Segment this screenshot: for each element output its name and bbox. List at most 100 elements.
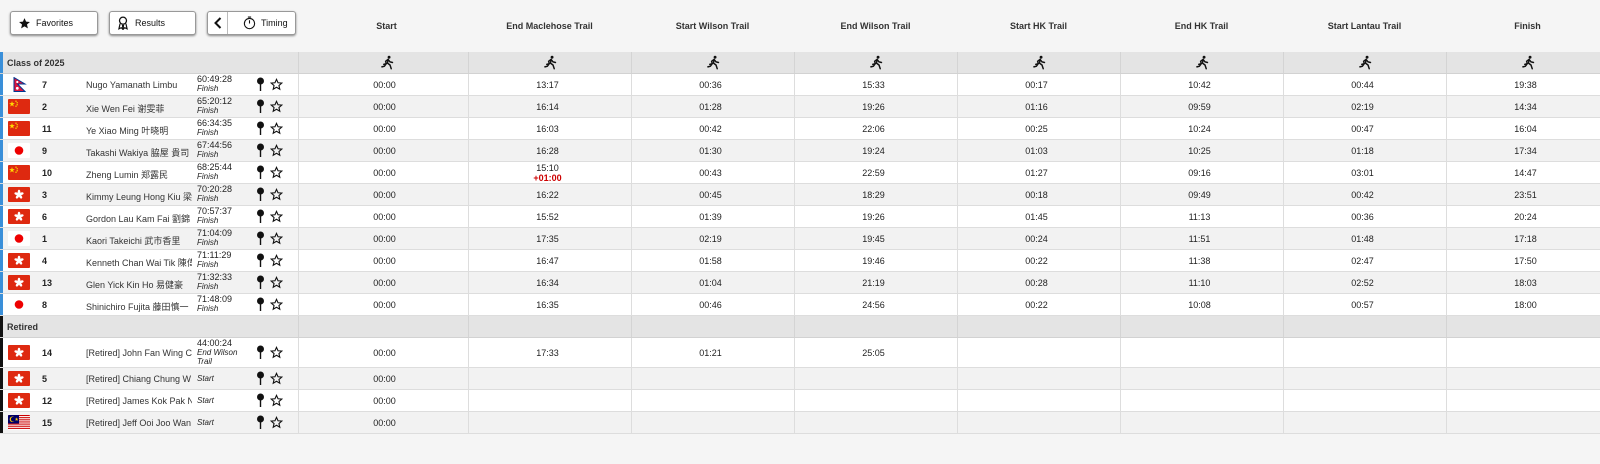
table-row[interactable]: 15 [Retired] Jeff Ooi Joo Wan Start 00:00 [0,412,1600,434]
favorite-star-icon[interactable] [269,122,284,135]
table-row[interactable]: 13 Glen Yick Kin Ho 易健豪 71:32:33 Finish 00:0… [0,272,1600,294]
map-pin-icon[interactable] [256,209,266,223]
split-time: 01:16 [955,102,1118,112]
map-pin-icon[interactable] [256,165,266,179]
map-pin-icon[interactable] [256,77,266,91]
split-time: 01:28 [629,102,792,112]
chevron-left-icon[interactable] [208,12,228,34]
athlete-name[interactable]: [Retired] Jeff Ooi Joo Wan [86,418,192,428]
table-row[interactable]: 7 Nugo Yamanath Limbu 60:49:28 Finish 00:00 1… [0,74,1600,96]
split-time-value: 02:19 [1351,102,1374,112]
table-row[interactable]: 3 Kimmy Leung Hong Kiu 梁 70:20:28 Finish 00:… [0,184,1600,206]
favorite-star-icon[interactable] [269,394,284,407]
table-row[interactable]: 8 Shinichiro Fujita 藤田慎一 71:48:09 Finish 00:… [0,294,1600,316]
athlete-name[interactable]: Takashi Wakiya 脇屋 貴司 [86,146,192,159]
map-pin-icon[interactable] [256,99,266,113]
favorite-star-icon[interactable] [269,188,284,201]
split-time-value: 01:04 [699,278,722,288]
favorite-star-icon[interactable] [269,100,284,113]
split-time-value: 01:58 [699,256,722,266]
column-divider [298,206,299,227]
timing-button[interactable]: Timing [207,11,296,35]
split-time: 00:00 [303,374,466,384]
table-row[interactable]: 10 Zheng Lumin 郑露民 68:25:44 Finish 00:00 15:1… [0,162,1600,184]
athlete-name[interactable]: Glen Yick Kin Ho 易健豪 [86,278,192,291]
column-header-start-wilson-trail: Start Wilson Trail [675,21,750,31]
map-pin-icon[interactable] [256,231,266,245]
row-stripe [0,228,3,249]
column-divider [1283,390,1284,411]
athlete-name[interactable]: Gordon Lau Kam Fai 劉錦 [86,212,192,225]
table-row[interactable]: 1 Kaori Takeichi 武市香里 71:04:09 Finish 00:00 1… [0,228,1600,250]
favorite-star-icon[interactable] [269,78,284,91]
favorite-star-icon[interactable] [269,276,284,289]
column-divider [298,294,299,315]
favorite-star-icon[interactable] [269,166,284,179]
map-pin-icon[interactable] [256,371,266,385]
favorite-star-icon[interactable] [269,372,284,385]
table-row[interactable]: 12 [Retired] James Kok Pak N Start 00:00 [0,390,1600,412]
favorites-button[interactable]: Favorites [10,11,98,35]
athlete-name[interactable]: Nugo Yamanath Limbu [86,80,192,90]
athlete-name[interactable]: Shinichiro Fujita 藤田慎一 [86,300,192,313]
results-button[interactable]: Results [109,11,196,35]
split-time: 14:34 [1444,102,1600,112]
athlete-name[interactable]: [Retired] Chiang Chung W [86,374,192,384]
map-pin-icon[interactable] [256,393,266,407]
favorite-star-icon[interactable] [269,210,284,223]
athlete-name[interactable]: Zheng Lumin 郑露民 [86,168,192,181]
favorite-star-icon[interactable] [269,346,284,359]
column-header-end-hk-trail: End HK Trail [1174,21,1229,31]
status-text: Start [197,396,214,405]
table-row[interactable]: 11 Ye Xiao Ming 叶晓明 66:34:35 Finish 00:00 16:… [0,118,1600,140]
bib-number: 9 [42,146,48,156]
map-pin-icon[interactable] [256,297,266,311]
athlete-name[interactable]: Kimmy Leung Hong Kiu 梁 [86,190,192,203]
total-time: 60:49:28 Finish [197,75,232,94]
table-row[interactable]: 2 Xie Wen Fei 谢雯菲 65:20:12 Finish 00:00 16:14… [0,96,1600,118]
split-time-value: 18:03 [1514,278,1537,288]
column-header-end-wilson-trail: End Wilson Trail [840,21,911,31]
athlete-name[interactable]: Xie Wen Fei 谢雯菲 [86,102,192,115]
favorite-star-icon[interactable] [269,254,284,267]
map-pin-icon[interactable] [256,121,266,135]
japan-flag-icon [8,231,30,246]
map-pin-icon[interactable] [256,415,266,429]
favorite-star-icon[interactable] [269,416,284,429]
athlete-name[interactable]: [Retired] James Kok Pak N [86,396,192,406]
map-pin-icon[interactable] [256,143,266,157]
athlete-name[interactable]: Kaori Takeichi 武市香里 [86,234,192,247]
split-time: 16:14 [466,102,629,112]
map-pin-icon[interactable] [256,275,266,289]
favorite-star-icon[interactable] [269,144,284,157]
map-pin-icon[interactable] [256,187,266,201]
column-divider [1283,412,1284,433]
split-time: 16:03 [466,124,629,134]
table-row[interactable]: 5 [Retired] Chiang Chung W Start 00:00 [0,368,1600,390]
table-row[interactable]: 14 [Retired] John Fan Wing C 44:00:24 End W… [0,338,1600,368]
split-time-value: 01:16 [1025,102,1048,112]
split-time: 00:00 [303,102,466,112]
split-time-value: 01:30 [699,146,722,156]
table-row[interactable]: 4 Kenneth Chan Wai Tik 陳偉 71:11:29 Finish 00… [0,250,1600,272]
favorite-star-icon[interactable] [269,298,284,311]
split-time: 00:44 [1281,80,1444,90]
hk-flag-icon [8,393,30,408]
map-pin-icon[interactable] [256,253,266,267]
split-time-value: 17:35 [536,234,559,244]
total-time: 67:44:56 Finish [197,141,232,160]
split-time-value: 21:19 [862,278,885,288]
athlete-name[interactable]: Kenneth Chan Wai Tik 陳偉 [86,256,192,269]
split-time: 00:00 [303,300,466,310]
split-time-value: 19:38 [1514,80,1537,90]
map-pin-icon[interactable] [256,345,266,359]
athlete-name[interactable]: [Retired] John Fan Wing C [86,348,192,358]
athlete-name[interactable]: Ye Xiao Ming 叶晓明 [86,124,192,137]
favorite-star-icon[interactable] [269,232,284,245]
split-time: 16:04 [1444,124,1600,134]
table-row[interactable]: 9 Takashi Wakiya 脇屋 貴司 67:44:56 Finish 00:00… [0,140,1600,162]
split-time: 18:29 [792,190,955,200]
column-divider [1283,338,1284,367]
table-row[interactable]: 6 Gordon Lau Kam Fai 劉錦 70:57:37 Finish 00:0… [0,206,1600,228]
column-divider [468,412,469,433]
